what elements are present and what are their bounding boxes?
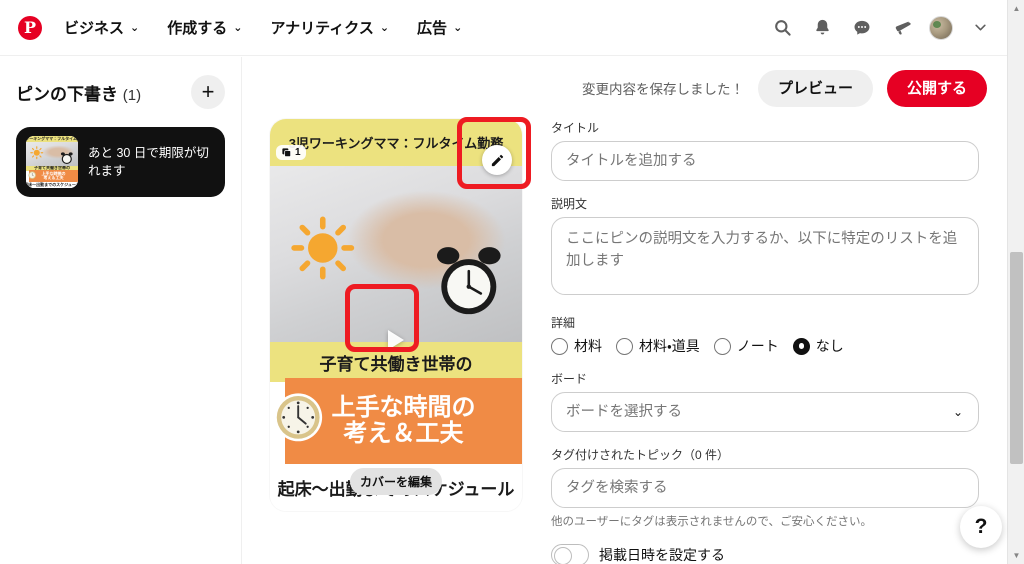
radio-option-ingredients-tools-label: 材料・道具 [639,338,700,354]
carousel-count-badge: 1 [276,145,306,160]
stack-icon [282,148,291,157]
radio-option-none[interactable]: なし [792,336,844,356]
nav-item-analytics-label: アナリティクス [270,20,374,37]
pencil-icon [491,154,503,166]
details-field-group: 詳細 材料 材料・道具 ノート なし [551,314,979,356]
sidebar-title-text: ピンの下書き [16,84,118,104]
board-select[interactable] [551,392,979,432]
nav-item-create[interactable]: 作成する ⌄ [153,11,256,44]
tags-hint-text: 他のユーザーにタグは表示されませんので、ご安心ください。 [551,516,872,528]
navbar-left-group: P ビジネス ⌄ 作成する ⌄ アナリティクス ⌄ 広告 ⌄ [18,11,476,44]
chevron-down-icon: ⌄ [453,22,463,34]
pin-headline-line2: 考え＆工夫 [343,419,464,447]
pin-artwork: 3児ワーキングママ：フルタイム勤務 子育て共働き世帯の 上手な時間の 考え＆工夫 [270,119,522,511]
alarm-clock-icon [437,247,501,315]
description-textarea[interactable] [551,217,979,295]
pin-editor-main: 変更内容を保存しました！ プレビュー 公開する 1 3児ワーキングママ：フルタイ… [243,57,1007,564]
edit-pin-button[interactable] [482,145,512,175]
description-label: 説明文 [551,197,588,211]
schedule-toggle-row: 掲載日時を設定する [551,544,979,564]
pin-drafts-sidebar: ピンの下書き (1) + 3児ワーキングママ：フルタイム勤務 [0,57,242,564]
nav-item-create-label: 作成する [167,20,228,37]
thumb-band-bottom: 起床〜出勤までのスケジュール [26,181,78,188]
tags-field-group: タグ付けされたトピック（0 件） 他のユーザーにタグは表示されませんので、ご安心… [551,446,979,530]
draft-thumbnail: 3児ワーキングママ：フルタイム勤務 [26,136,78,188]
radio-dot-icon [616,337,633,355]
radio-dot-icon-selected [792,337,810,355]
board-select-wrapper: ⌄ [551,392,979,432]
chat-icon[interactable] [849,15,875,41]
title-field-group: タイトル [551,119,979,181]
bell-icon[interactable] [809,15,835,41]
scrollbar-up-arrow[interactable]: ▲ [1008,0,1024,17]
wall-clock-icon [27,171,36,180]
board-label: ボード [551,372,588,386]
chevron-down-icon[interactable] [967,15,993,41]
radio-option-ingredients[interactable]: 材料 [551,336,602,356]
board-field-group: ボード ⌄ [551,370,979,432]
nav-item-ads[interactable]: 広告 ⌄ [403,11,476,44]
chevron-down-icon: ⌄ [233,22,243,34]
page-scrollbar[interactable]: ▲ ▼ [1007,0,1024,564]
sidebar-title: ピンの下書き (1) [16,80,141,105]
top-navbar: P ビジネス ⌄ 作成する ⌄ アナリティクス ⌄ 広告 ⌄ [0,0,1007,56]
sidebar-draft-count: (1) [122,86,142,104]
details-label: 詳細 [551,316,576,330]
radio-option-notes[interactable]: ノート [713,336,779,356]
avatar[interactable] [929,15,953,40]
radio-dot-icon [551,337,568,355]
publish-button[interactable]: 公開する [886,69,987,107]
save-status-text: 変更内容を保存しました！ [581,82,744,97]
sun-icon [291,216,355,280]
radio-option-notes-label: ノート [736,338,779,354]
nav-item-business-label: ビジネス [64,20,125,37]
search-icon[interactable] [769,15,795,41]
details-radio-group: 材料 材料・道具 ノート なし [551,336,979,356]
editor-content-row: 1 3児ワーキングママ：フルタイム勤務 子育て共働き世帯の 上手な時間の 考え＆… [243,119,1007,564]
radio-option-ingredients-label: 材料 [574,338,602,354]
tags-search-input[interactable] [551,468,979,508]
pinterest-pin-builder-page: P ビジネス ⌄ 作成する ⌄ アナリティクス ⌄ 広告 ⌄ ピンの下書き (1… [0,0,1024,564]
radio-option-none-label: なし [815,338,844,354]
plus-icon: + [201,79,215,104]
tags-label: タグ付けされたトピック（0 件） [551,448,730,462]
editor-action-bar: 変更内容を保存しました！ プレビュー 公開する [243,57,1007,119]
help-button[interactable]: ? [960,506,1002,548]
play-triangle-icon[interactable] [388,330,404,351]
preview-button[interactable]: プレビュー [757,69,873,107]
schedule-toggle-label: 掲載日時を設定する [599,547,725,564]
add-draft-button[interactable]: + [191,75,225,109]
radio-option-ingredients-tools[interactable]: 材料・道具 [616,336,700,356]
chevron-down-icon: ⌄ [130,22,140,34]
pinterest-logo[interactable]: P [18,15,42,40]
scrollbar-thumb[interactable] [1010,252,1023,464]
wall-clock-icon [273,392,322,441]
sidebar-header: ピンの下書き (1) + [16,75,225,109]
draft-list-item[interactable]: 3児ワーキングママ：フルタイム勤務 [16,127,225,197]
thumb-headline-2: 考え＆工夫 [43,175,64,181]
title-input[interactable] [551,141,979,181]
pin-preview-column: 1 3児ワーキングママ：フルタイム勤務 子育て共働き世帯の 上手な時間の 考え＆… [243,119,543,564]
draft-expiry-text: あと 30 日で期限が切れます [88,145,209,178]
chevron-down-icon: ⌄ [379,22,390,34]
pin-headline-line1: 上手な時間の [331,394,476,422]
description-field-group: 説明文 [551,195,979,300]
schedule-toggle[interactable] [551,544,589,564]
megaphone-icon[interactable] [889,15,915,41]
alarm-clock-icon [61,151,73,164]
sun-icon [30,146,44,160]
pin-details-form: タイトル 説明文 詳細 材料 [543,119,1007,564]
radio-dot-icon [713,337,731,355]
navbar-right-group [769,15,993,41]
title-label: タイトル [551,121,600,135]
nav-item-business[interactable]: ビジネス ⌄ [50,11,153,44]
edit-cover-button[interactable]: カバーを編集 [349,468,443,495]
nav-item-ads-label: 広告 [417,20,448,37]
carousel-count-label: 1 [295,147,301,158]
scrollbar-down-arrow[interactable]: ▼ [1008,547,1024,564]
pin-preview-card[interactable]: 1 3児ワーキングママ：フルタイム勤務 子育て共働き世帯の 上手な時間の 考え＆… [270,119,522,511]
nav-item-analytics[interactable]: アナリティクス ⌄ [256,11,403,44]
